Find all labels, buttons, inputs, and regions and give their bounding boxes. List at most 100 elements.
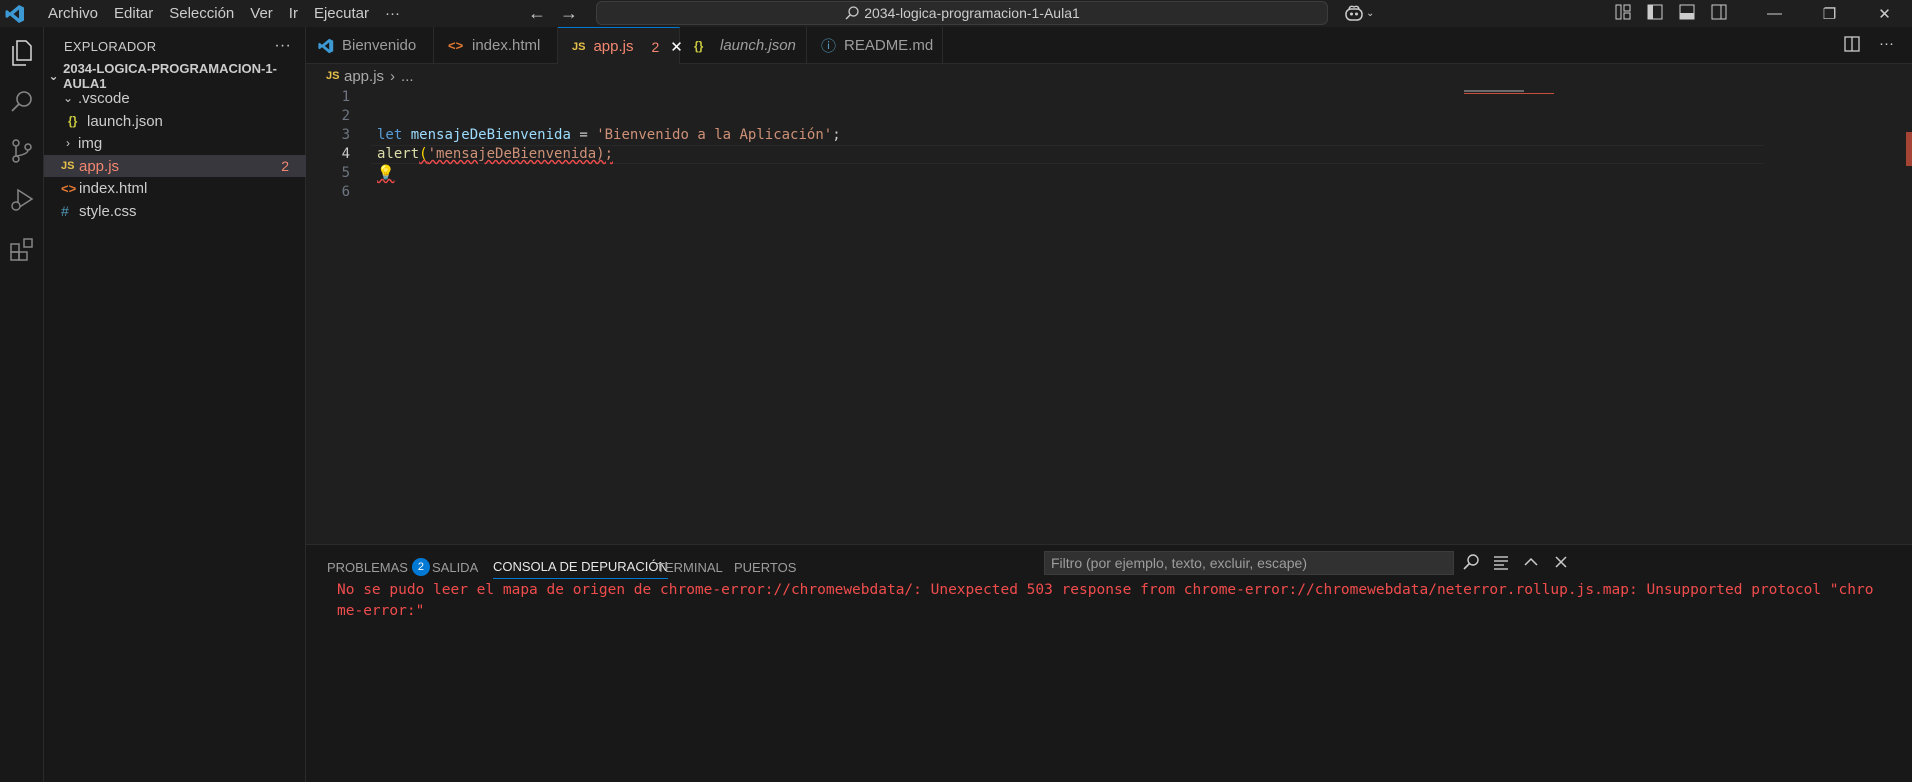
word-wrap-icon[interactable]	[1492, 553, 1510, 571]
close-window-icon[interactable]: ✕	[1857, 0, 1912, 27]
problem-count-badge: 2	[281, 158, 289, 174]
menu-ver[interactable]: Ver	[242, 0, 281, 27]
tab-label: index.html	[472, 37, 541, 54]
line-number: 5	[341, 165, 350, 181]
tree-file-launch-json[interactable]: {} launch.json	[44, 110, 306, 132]
tree-item-label: launch.json	[87, 112, 163, 130]
maximize-panel-icon[interactable]	[1522, 553, 1540, 571]
panel-tab-label: TERMINAL	[657, 559, 723, 575]
tab-consola-depuracion[interactable]: CONSOLA DE DEPURACIÓN	[493, 555, 668, 579]
navigation-arrows: ← →	[528, 0, 578, 27]
variable-token: mensajeDeBienvenida	[410, 127, 571, 143]
run-debug-icon[interactable]	[6, 184, 38, 216]
menu-ejecutar[interactable]: Ejecutar	[306, 0, 377, 27]
toggle-secondary-sidebar-icon[interactable]	[1710, 3, 1728, 21]
line-number: 6	[341, 184, 350, 200]
tab-label: README.md	[844, 37, 934, 54]
tab-terminal[interactable]: TERMINAL	[657, 555, 723, 579]
tab-launch-json[interactable]: {} launch.json	[680, 27, 807, 64]
chevron-down-icon: ⌄	[62, 91, 74, 105]
json-file-icon: {}	[694, 38, 704, 53]
extensions-icon[interactable]	[6, 233, 38, 265]
window-controls: — ❐ ✕	[1747, 0, 1912, 27]
function-token: alert	[377, 146, 420, 162]
tree-file-index-html[interactable]: <> index.html	[44, 177, 306, 199]
line-number: 1	[341, 89, 350, 105]
code-editor[interactable]: 1 2 3 4 5 6 let mensajeDeBienvenida = 'B…	[306, 88, 1912, 544]
search-icon[interactable]	[6, 86, 38, 118]
chevron-down-icon: ⌄	[48, 69, 59, 83]
panel-tab-label: SALIDA	[432, 559, 479, 575]
menu-editar[interactable]: Editar	[106, 0, 161, 27]
explorer-files-icon[interactable]	[6, 37, 38, 69]
line-number: 2	[341, 108, 350, 124]
paren-token: (	[419, 146, 428, 162]
tab-problemas[interactable]: PROBLEMAS 2	[327, 555, 430, 579]
panel-tab-label: PROBLEMAS	[327, 559, 408, 575]
tree-file-style-css[interactable]: # style.css	[44, 200, 306, 222]
copilot-menu[interactable]: ⌄	[1344, 2, 1374, 24]
editor-actions: ···	[1843, 35, 1894, 53]
activity-bar	[0, 27, 44, 782]
js-file-icon: JS	[326, 70, 340, 82]
tree-item-label: app.js	[79, 157, 120, 175]
restore-icon[interactable]: ❐	[1802, 0, 1857, 27]
tab-app-js[interactable]: JS app.js 2 ✕	[558, 27, 683, 65]
css-file-icon: #	[61, 203, 69, 219]
debug-console-output: No se pudo leer el mapa de origen de chr…	[337, 582, 1874, 619]
source-control-icon[interactable]	[6, 135, 38, 167]
workspace-root-folder[interactable]: ⌄ 2034-LOGICA-PROGRAMACION-1-AULA1	[44, 61, 306, 91]
tree-item-label: .vscode	[78, 89, 130, 107]
tab-index-html[interactable]: <> index.html	[434, 27, 558, 64]
code-line-3: let mensajeDeBienvenida = 'Bienvenido a …	[377, 126, 841, 145]
forward-arrow-icon[interactable]: →	[560, 3, 578, 24]
semicolon-token: ;	[832, 127, 841, 143]
command-center-search[interactable]: 2034-logica-programacion-1-Aula1	[596, 1, 1328, 25]
js-file-icon: JS	[61, 160, 75, 172]
json-file-icon: {}	[68, 114, 78, 128]
info-icon: ⓘ	[821, 38, 837, 55]
editor-more-icon[interactable]: ···	[1879, 35, 1894, 53]
minimize-icon[interactable]: —	[1747, 0, 1802, 27]
menu-more[interactable]: ···	[377, 0, 408, 27]
filter-input[interactable]: Filtro (por ejemplo, texto, excluir, esc…	[1044, 551, 1454, 575]
customize-layout-icon[interactable]	[1614, 3, 1632, 21]
back-arrow-icon[interactable]: ←	[528, 3, 546, 24]
vscode-logo-icon	[0, 0, 30, 27]
explorer-sidebar: EXPLORADOR ··· ⌄ 2034-LOGICA-PROGRAMACIO…	[44, 27, 306, 782]
html-file-icon: <>	[61, 180, 77, 196]
copilot-icon	[1345, 5, 1363, 21]
tree-folder-img[interactable]: › img	[44, 132, 306, 154]
string-token: 'mensajeDeBienvenida);	[427, 146, 614, 162]
tree-file-app-js[interactable]: JS app.js 2	[44, 155, 306, 177]
tab-salida[interactable]: SALIDA	[432, 555, 478, 579]
explorer-more-icon[interactable]: ···	[274, 37, 291, 55]
menu-seleccion[interactable]: Selección	[161, 0, 242, 27]
chevron-right-icon: ›	[66, 136, 70, 150]
editor-tab-bar: Bienvenido <> index.html JS app.js 2 ✕ {…	[306, 27, 1912, 65]
breadcrumb-file[interactable]: app.js	[344, 68, 384, 85]
search-icon[interactable]	[1462, 553, 1480, 571]
js-file-icon: JS	[572, 40, 586, 53]
minimap[interactable]	[1464, 90, 1554, 94]
problems-count-badge: 2	[411, 558, 430, 576]
toggle-panel-icon[interactable]	[1678, 3, 1696, 21]
breadcrumb-symbols[interactable]: ...	[401, 68, 414, 85]
scrollbar-error-marker[interactable]	[1906, 132, 1912, 166]
menu-archivo[interactable]: Archivo	[40, 0, 106, 27]
split-editor-icon[interactable]	[1843, 35, 1861, 53]
bottom-panel: PROBLEMAS 2 SALIDA CONSOLA DE DEPURACIÓN…	[306, 544, 1912, 782]
toggle-primary-sidebar-icon[interactable]	[1646, 3, 1664, 21]
tree-folder-vscode[interactable]: ⌄ .vscode	[44, 87, 306, 109]
tab-readme-md[interactable]: ⓘ README.md	[807, 27, 943, 64]
tab-label: Bienvenido	[342, 37, 417, 54]
lightbulb-icon[interactable]: 💡	[377, 165, 394, 181]
explorer-title: EXPLORADOR	[64, 38, 157, 54]
tab-bienvenido[interactable]: Bienvenido	[306, 27, 434, 64]
close-panel-icon[interactable]	[1552, 553, 1570, 571]
tab-puertos[interactable]: PUERTOS	[734, 555, 796, 579]
title-bar: Archivo Editar Selección Ver Ir Ejecutar…	[0, 0, 1912, 27]
search-text: 2034-logica-programacion-1-Aula1	[864, 5, 1080, 21]
menu-ir[interactable]: Ir	[281, 0, 306, 27]
string-token: 'Bienvenido a la Aplicación'	[596, 127, 833, 143]
